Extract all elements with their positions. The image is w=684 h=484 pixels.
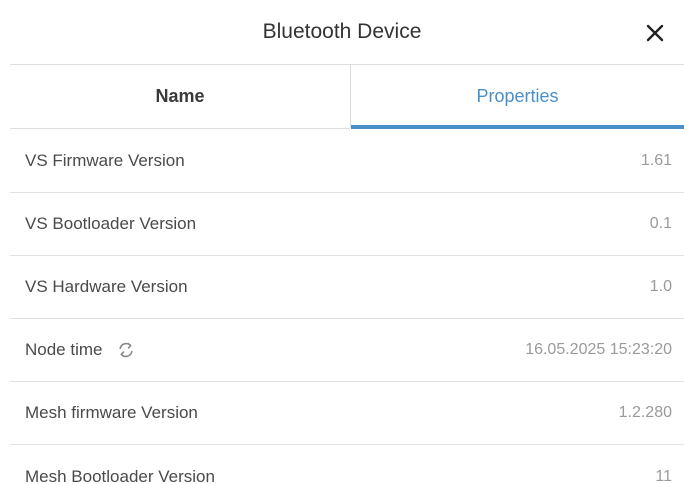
properties-list: VS Firmware Version 1.61 VS Bootloader V… [10,130,684,484]
close-icon [646,24,664,42]
property-value: 0.1 [649,215,672,232]
property-label: VS Bootloader Version [25,214,197,233]
tab-properties[interactable]: Properties [351,65,684,129]
property-value: 1.0 [649,278,672,295]
dialog-header: Bluetooth Device [0,0,684,64]
list-item-mesh-firmware-version: Mesh firmware Version 1.2.280 [10,382,684,445]
tab-properties-label: Properties [476,86,559,106]
list-item-vs-hardware-version: VS Hardware Version 1.0 [10,256,684,319]
dialog-title: Bluetooth Device [262,20,422,43]
bluetooth-device-dialog: Bluetooth Device Name Properties VS Firm… [0,0,684,484]
list-item-vs-bootloader-version: VS Bootloader Version 0.1 [10,193,684,256]
property-value: 1.2.280 [618,404,672,421]
property-label: Mesh firmware Version [25,403,198,422]
property-label: VS Hardware Version [25,277,188,296]
property-label: Mesh Bootloader Version [25,466,215,484]
property-label: VS Firmware Version [25,151,185,170]
active-tab-indicator [351,125,684,129]
tab-name-label: Name [155,86,205,106]
close-button[interactable] [640,19,670,47]
tab-name[interactable]: Name [10,65,351,129]
list-item-node-time: Node time 16.05.2025 15:23:20 [10,319,684,382]
refresh-icon [119,342,134,358]
tab-name-divider [10,128,350,129]
refresh-button[interactable] [116,340,136,360]
property-value: 16.05.2025 15:23:20 [525,341,672,358]
property-value: 11 [655,467,672,484]
list-item-mesh-bootloader-version: Mesh Bootloader Version 11 [10,445,684,484]
tab-bar: Name Properties [10,64,684,129]
property-value: 1.61 [640,152,672,169]
list-item-vs-firmware-version: VS Firmware Version 1.61 [10,130,684,193]
property-label-container: Node time [25,340,136,360]
property-label: Node time [25,340,103,359]
